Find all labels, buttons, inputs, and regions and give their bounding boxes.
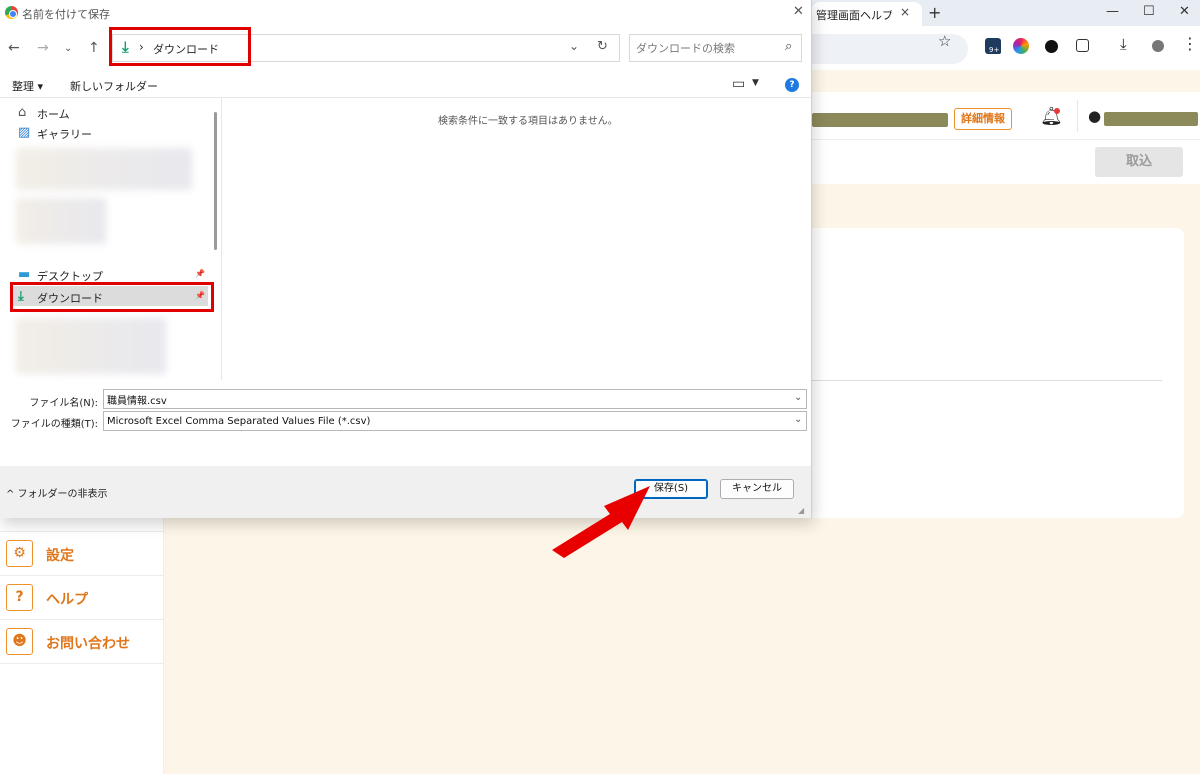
dialog-title: 名前を付けて保存 [22, 8, 110, 21]
annotation-arrow-icon [552, 486, 650, 558]
save-form: ファイル名(N): ⌄ ファイルの種類(T): ⌄ [0, 380, 811, 466]
view-options-icon[interactable]: ▭ [732, 76, 745, 92]
nav-item-desktop[interactable]: ▬ デスクトップ 📌 [12, 264, 208, 284]
more-menu-icon[interactable]: ⋮ [1182, 34, 1198, 53]
empty-results-message: 検索条件に一致する項目はありません。 [438, 116, 618, 127]
close-icon[interactable]: ✕ [793, 4, 804, 19]
nav-item-home[interactable]: ⌂ ホーム [12, 102, 208, 122]
blurred-items [16, 198, 106, 244]
sidebar-item-label: お問い合わせ [46, 636, 130, 652]
blurred-items [16, 318, 166, 374]
navigation-pane: ⌂ ホーム ▨ ギャラリー ▬ デスクトップ 📌 ⤓ ダウンロード 📌 [0, 98, 222, 380]
gear-icon: ⚙ [6, 540, 33, 567]
sidebar-item-label: 設定 [46, 548, 74, 564]
detail-info-button[interactable]: 詳細情報 [954, 108, 1012, 130]
extension-badge: 9+ [987, 46, 1002, 54]
app-sidebar: ⚙ 設定 ? ヘルプ ☻ お問い合わせ [0, 500, 164, 774]
file-name-label: ファイル名(N): [29, 398, 98, 409]
user-icon[interactable]: ● [1088, 107, 1101, 125]
nav-item-gallery[interactable]: ▨ ギャラリー [12, 122, 208, 142]
new-tab-icon[interactable]: + [928, 3, 941, 22]
nav-item-label: ギャラリー [37, 128, 92, 141]
forward-arrow-icon[interactable]: → [37, 40, 49, 56]
resize-grip-icon[interactable]: ◢ [798, 506, 804, 515]
notification-dot [1054, 108, 1060, 114]
divider [1077, 100, 1078, 132]
tab-close-icon[interactable]: × [900, 5, 910, 19]
cancel-button[interactable]: キャンセル [720, 479, 794, 499]
sidebar-item-help[interactable]: ? ヘルプ [0, 576, 164, 620]
bookmark-star-icon[interactable]: ☆ [938, 32, 951, 50]
file-type-select[interactable]: ⌄ [103, 411, 807, 431]
sidebar-item-label: ヘルプ [46, 592, 88, 608]
arrow-shape [552, 486, 650, 558]
chevron-down-icon[interactable]: ▼ [752, 78, 759, 88]
download-icon[interactable]: ⤓ [1120, 35, 1127, 53]
chevron-down-icon[interactable]: ⌄ [64, 43, 72, 54]
help-icon[interactable]: ? [785, 78, 799, 92]
dialog-footer: ^ フォルダーの非表示 保存(S) キャンセル ◢ [0, 466, 811, 518]
save-as-dialog: 名前を付けて保存 ✕ ← → ⌄ ↑ ⤓ › ダウンロード ⌄ ↻ ⌕ 整理 ▾… [0, 0, 812, 518]
pin-icon[interactable]: 📌 [195, 269, 205, 278]
profile-icon[interactable] [1152, 40, 1164, 52]
file-name-input[interactable] [107, 392, 787, 407]
chrome-logo-icon [5, 6, 18, 19]
dialog-titlebar: 名前を付けて保存 ✕ [0, 0, 811, 26]
command-bar: 整理 ▾ 新しいフォルダー ▭ ▼ ? [0, 72, 811, 98]
browser-tab[interactable]: 管理画面ヘルプ | サ × [812, 2, 922, 26]
desktop-icon: ▬ [18, 267, 31, 282]
help-circle-icon: ? [6, 584, 33, 611]
highlight-box-downloads [10, 282, 214, 312]
sidebar-item-settings[interactable]: ⚙ 設定 [0, 532, 164, 576]
gallery-icon: ▨ [18, 125, 31, 140]
home-icon: ⌂ [18, 105, 27, 120]
password-manager-icon[interactable] [1045, 40, 1058, 53]
refresh-icon[interactable]: ↻ [597, 39, 608, 54]
divider [812, 380, 1162, 381]
support-person-icon: ☻ [6, 628, 33, 655]
minimize-icon[interactable]: — [1106, 4, 1119, 19]
search-box: ⌕ [629, 34, 802, 62]
hide-folders-toggle[interactable]: ^ フォルダーの非表示 [6, 485, 108, 500]
redacted-user-name [1104, 112, 1198, 126]
file-type-label: ファイルの種類(T): [10, 419, 98, 430]
blurred-items [16, 148, 192, 190]
highlight-box-address [109, 27, 251, 66]
nav-item-label: ホーム [37, 108, 70, 121]
browser-tab-title: 管理画面ヘルプ | サ [816, 9, 892, 22]
redacted-text [812, 113, 948, 127]
maximize-icon[interactable]: ☐ [1143, 4, 1155, 19]
import-button[interactable]: 取込 [1095, 147, 1183, 177]
file-type-value[interactable] [107, 414, 787, 429]
extension-icon[interactable] [1013, 38, 1029, 54]
up-arrow-icon[interactable]: ↑ [88, 40, 100, 56]
organize-menu[interactable]: 整理 ▾ [12, 78, 43, 94]
search-icon[interactable]: ⌕ [785, 39, 792, 54]
chevron-down-icon[interactable]: ⌄ [794, 414, 802, 425]
search-input[interactable] [636, 40, 776, 56]
scrollbar[interactable] [214, 112, 217, 250]
chevron-down-icon[interactable]: ⌄ [794, 392, 802, 403]
back-arrow-icon[interactable]: ← [8, 40, 20, 56]
close-window-icon[interactable]: ✕ [1179, 4, 1190, 19]
chevron-down-icon[interactable]: ⌄ [569, 39, 579, 53]
puzzle-icon[interactable] [1076, 39, 1089, 52]
new-folder-button[interactable]: 新しいフォルダー [70, 78, 158, 94]
file-name-field[interactable]: ⌄ [103, 389, 807, 409]
sidebar-item-contact[interactable]: ☻ お問い合わせ [0, 620, 164, 664]
